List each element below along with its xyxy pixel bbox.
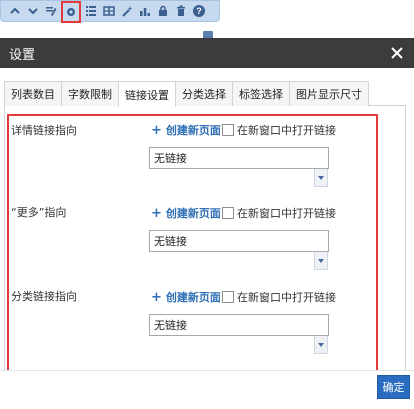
tab-list-count[interactable]: 列表数目 [4,81,62,106]
chart-icon[interactable] [137,2,153,20]
trash-icon[interactable] [173,2,189,20]
help-glyph: ? [193,5,205,17]
close-icon[interactable] [388,44,406,62]
settings-dialog: 设置 列表数目 字数限制 链接设置 分类选择 标签选择 图片显示尺寸 详情链接指… [0,38,414,409]
edit-icon[interactable] [43,2,59,20]
detail-link-label: 详情链接指向 [11,124,77,137]
lock-icon[interactable] [155,2,171,20]
link-select[interactable]: 无链接 [149,147,329,169]
dialog-footer [0,370,414,409]
create-page-link[interactable]: + 创建新页面 [151,205,221,221]
new-window-checkbox[interactable] [222,124,234,136]
more-link-label: “更多”指向 [11,206,67,219]
list-icon[interactable] [83,2,99,20]
columns-icon[interactable] [101,2,117,20]
create-page-link[interactable]: + 创建新页面 [151,289,221,305]
dropdown-arrow-icon[interactable] [314,169,328,187]
tab-link-settings[interactable]: 链接设置 [118,81,176,107]
plus-icon: + [151,122,162,138]
new-window-label: 在新窗口中打开链接 [237,124,336,137]
plus-icon: + [151,289,162,305]
new-window-checkbox[interactable] [222,291,234,303]
dropdown-arrow-icon[interactable] [314,252,328,270]
chevron-down-icon[interactable] [25,2,41,20]
dropdown-arrow-icon[interactable] [314,336,328,354]
new-window-option: 在新窗口中打开链接 [222,289,336,305]
new-window-label: 在新窗口中打开链接 [237,291,336,304]
settings-icon[interactable] [61,1,81,23]
create-page-label: 创建新页面 [165,124,221,137]
plus-icon: + [151,205,162,221]
dialog-title: 设置 [9,47,36,63]
new-window-checkbox[interactable] [222,207,234,219]
new-window-option: 在新窗口中打开链接 [222,205,336,221]
category-link-label: 分类链接指向 [11,290,77,303]
magic-wand-icon[interactable] [119,2,135,20]
create-page-label: 创建新页面 [165,291,221,304]
editor-toolbar: ? [0,0,220,23]
link-select[interactable]: 无链接 [149,314,329,336]
chevron-up-icon[interactable] [7,2,23,20]
new-window-option: 在新窗口中打开链接 [222,122,336,138]
create-page-label: 创建新页面 [165,207,221,220]
tab-tag-select[interactable]: 标签选择 [232,81,290,106]
tab-word-limit[interactable]: 字数限制 [61,81,119,106]
tab-image-size[interactable]: 图片显示尺寸 [289,81,369,106]
dialog-header: 设置 [0,38,414,68]
help-icon[interactable]: ? [191,2,207,20]
tab-bar: 列表数目 字数限制 链接设置 分类选择 标签选择 图片显示尺寸 [4,81,406,107]
create-page-link[interactable]: + 创建新页面 [151,122,221,138]
confirm-button[interactable]: 确定 [377,375,410,399]
link-select[interactable]: 无链接 [149,230,329,252]
tab-category-select[interactable]: 分类选择 [175,81,233,106]
new-window-label: 在新窗口中打开链接 [237,207,336,220]
